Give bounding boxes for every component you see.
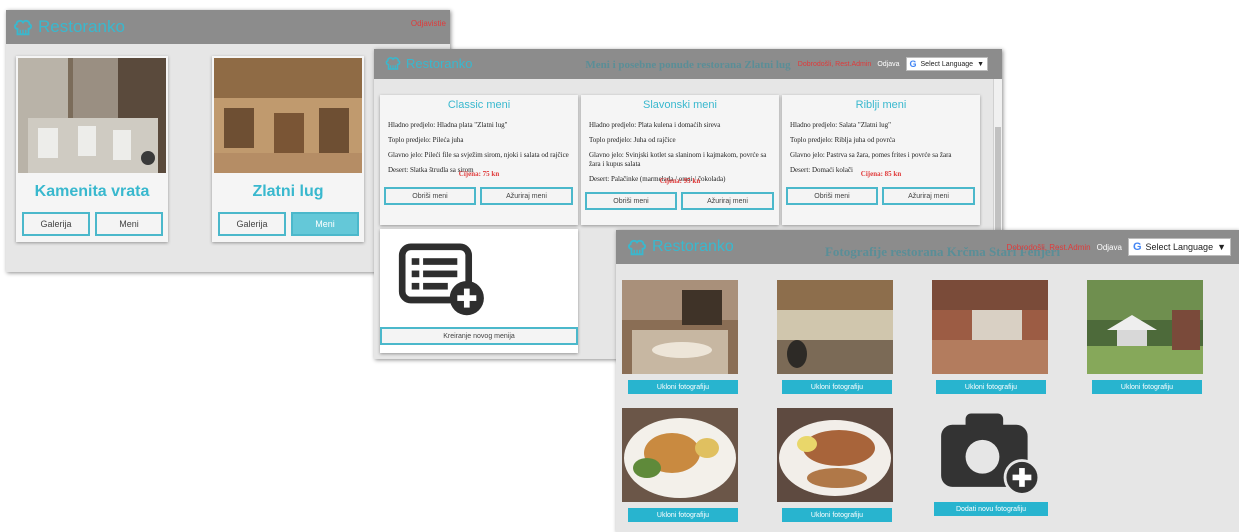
menu-price: Cijena: 95 kn <box>659 177 701 185</box>
gallery-photo[interactable] <box>622 280 738 374</box>
logout-link[interactable]: Odjava <box>1097 243 1122 252</box>
brand-name: Restoranko <box>38 17 125 36</box>
menu-price: Cijena: 85 kn <box>860 170 902 178</box>
menu-line: Hladno predjelo: Plata kulena i domaćih … <box>589 121 721 129</box>
dropdown-arrow-icon: ▼ <box>1217 242 1226 252</box>
menu-price: Cijena: 75 kn <box>458 170 500 178</box>
menu-button[interactable]: Meni <box>291 212 359 236</box>
gallery-photo[interactable] <box>777 280 893 374</box>
chef-hat-icon <box>14 19 32 36</box>
logout-link[interactable]: Odjava <box>877 61 899 68</box>
menu-card: Slavonski meni Hladno predjelo: Plata ku… <box>581 95 779 225</box>
language-select[interactable]: G Select Language ▼ <box>905 57 988 71</box>
window-photos: Restoranko Fotografije restorana Krčma S… <box>616 230 1239 532</box>
welcome-text: Dobrodošli, Rest.Admin <box>797 60 872 68</box>
menu-line: Hladno predjelo: Hladna plata "Zlatni lu… <box>388 121 508 129</box>
header-user-area: Dobrodošli, Rest.Admin Odjava G Select L… <box>1007 238 1231 256</box>
header-bar: Restoranko Fotografije restorana Krčma S… <box>616 230 1239 264</box>
menu-line: Toplo predjelo: Riblja juha od povrća <box>790 136 896 144</box>
restaurant-photo <box>214 58 362 173</box>
add-photo-icon[interactable] <box>928 406 1052 500</box>
restaurant-photo <box>18 58 166 173</box>
remove-photo-button[interactable]: Ukloni fotografiju <box>628 380 738 394</box>
create-menu-card: Kreiranje novog menija <box>380 229 578 353</box>
gallery-photo[interactable] <box>622 408 738 502</box>
remove-photo-button[interactable]: Ukloni fotografiju <box>936 380 1046 394</box>
remove-photo-button[interactable]: Ukloni fotografiju <box>782 508 892 522</box>
dropdown-arrow-icon: ▼ <box>977 60 984 68</box>
add-photo-button[interactable]: Dodati novu fotografiju <box>934 502 1048 516</box>
brand-logo[interactable]: Restoranko <box>12 16 125 38</box>
menu-line: Glavno jelo: Pileći file sa svježim siro… <box>388 151 569 159</box>
remove-photo-button[interactable]: Ukloni fotografiju <box>782 380 892 394</box>
google-icon: G <box>909 59 917 69</box>
welcome-text: Dobrodošli, Rest.Admin <box>1006 242 1091 252</box>
restaurant-name[interactable]: Kamenita vrata <box>16 183 168 201</box>
gallery-photo[interactable] <box>932 280 1048 374</box>
menu-card: Classic meni Hladno predjelo: Hladna pla… <box>380 95 578 225</box>
update-menu-button[interactable]: Ažuriraj meni <box>882 187 975 205</box>
google-icon: G <box>1132 241 1142 253</box>
delete-menu-button[interactable]: Obriši meni <box>786 187 878 205</box>
gallery-button[interactable]: Galerija <box>218 212 286 236</box>
menu-button[interactable]: Meni <box>95 212 163 236</box>
restaurant-name[interactable]: Zlatni lug <box>212 183 364 201</box>
logout-link[interactable]: Odjavistie <box>411 19 446 28</box>
language-select[interactable]: G Select Language ▼ <box>1127 238 1231 256</box>
gallery-button[interactable]: Galerija <box>22 212 90 236</box>
restaurant-card: Zlatni lug Galerija Meni <box>212 56 364 242</box>
language-select-label: Select Language <box>920 60 974 68</box>
header-user-area: Dobrodošli, Rest.Admin Odjava G Select L… <box>798 57 988 71</box>
gallery-photo[interactable] <box>777 408 893 502</box>
update-menu-button[interactable]: Ažuriraj meni <box>480 187 573 205</box>
add-menu-icon[interactable] <box>396 243 492 319</box>
menu-line: Glavno jelo: Svinjski kotlet sa slaninom… <box>589 151 767 168</box>
menu-line: Toplo predjelo: Juha od rajčice <box>589 136 676 144</box>
menu-title: Riblji meni <box>855 99 907 111</box>
update-menu-button[interactable]: Ažuriraj meni <box>681 192 774 210</box>
remove-photo-button[interactable]: Ukloni fotografiju <box>1092 380 1202 394</box>
remove-photo-button[interactable]: Ukloni fotografiju <box>628 508 738 522</box>
menu-line: Toplo predjelo: Pileća juha <box>388 136 464 144</box>
gallery-photo[interactable] <box>1087 280 1203 374</box>
language-select-label: Select Language <box>1145 242 1214 252</box>
menu-title: Slavonski meni <box>643 99 717 111</box>
menu-line: Hladno predjelo: Salata "Zlatni lug" <box>790 121 891 129</box>
header-bar: Restoranko Meni i posebne ponude restora… <box>374 49 1002 79</box>
delete-menu-button[interactable]: Obriši meni <box>384 187 476 205</box>
menu-title: Classic meni <box>447 99 511 111</box>
menu-line: Glavno jelo: Pastrva sa žara, pomes frit… <box>790 151 952 159</box>
menu-card: Riblji meni Hladno predjelo: Salata "Zla… <box>782 95 980 225</box>
restaurant-card: Kamenita vrata Galerija Meni <box>16 56 168 242</box>
delete-menu-button[interactable]: Obriši meni <box>585 192 677 210</box>
header-bar: Restoranko Odjavistie <box>6 10 450 44</box>
create-menu-button[interactable]: Kreiranje novog menija <box>380 327 578 345</box>
